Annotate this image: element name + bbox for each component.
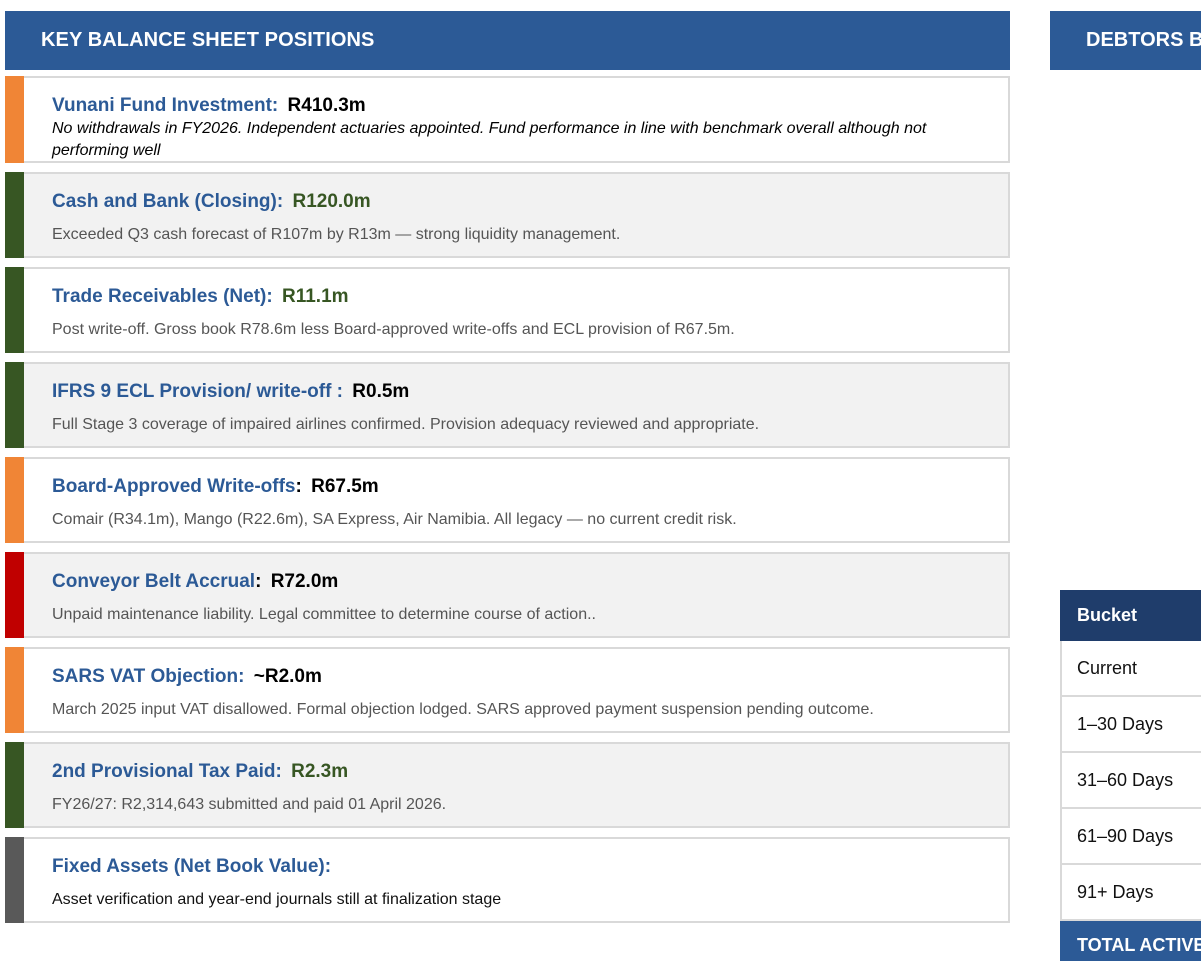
card-colon: : bbox=[255, 571, 262, 592]
status-bar-orange bbox=[5, 457, 24, 543]
card-label: Vunani Fund Investment: bbox=[52, 95, 279, 116]
card-colon: : bbox=[295, 476, 302, 497]
table-row: 1–30 Days bbox=[1060, 697, 1201, 753]
status-bar-orange bbox=[5, 647, 24, 733]
status-bar-red bbox=[5, 552, 24, 638]
status-bar-orange bbox=[5, 76, 24, 163]
status-bar-green bbox=[5, 267, 24, 353]
card-label: Conveyor Belt Accrual bbox=[52, 571, 256, 592]
card-trade-receivables: Trade Receivables (Net): R11.1m Post wri… bbox=[5, 267, 1010, 353]
card-value: R67.5m bbox=[311, 476, 379, 497]
card-label: Cash and Bank (Closing): bbox=[52, 191, 284, 212]
card-value: R120.0m bbox=[292, 191, 371, 212]
bucket-label: 31–60 Days bbox=[1077, 769, 1174, 790]
bucket-total-label: TOTAL ACTIVE bbox=[1077, 935, 1201, 955]
card-description: Unpaid maintenance liability. Legal comm… bbox=[52, 606, 596, 623]
balance-sheet-header: KEY BALANCE SHEET POSITIONS bbox=[5, 11, 1010, 70]
status-bar-grey bbox=[5, 837, 24, 923]
card-description: Exceeded Q3 cash forecast of R107m by R1… bbox=[52, 226, 621, 243]
card-value: R0.5m bbox=[352, 381, 410, 402]
card-label: Board-Approved Write-offs bbox=[52, 476, 296, 497]
card-provisional-tax: 2nd Provisional Tax Paid: R2.3m FY26/27:… bbox=[5, 742, 1010, 828]
bucket-label: 91+ Days bbox=[1077, 881, 1154, 902]
card-description: March 2025 input VAT disallowed. Formal … bbox=[52, 701, 874, 718]
card-board-write-offs: Board-Approved Write-offs: R67.5m Comair… bbox=[5, 457, 1010, 543]
bucket-label: Current bbox=[1077, 657, 1138, 678]
status-bar-green bbox=[5, 172, 24, 258]
card-description: Post write-off. Gross book R78.6m less B… bbox=[52, 321, 735, 338]
card-label: SARS VAT Objection: bbox=[52, 666, 245, 687]
card-description: Asset verification and year-end journals… bbox=[52, 891, 502, 908]
card-value: R410.3m bbox=[287, 95, 366, 116]
table-row: 61–90 Days bbox=[1060, 809, 1201, 865]
bucket-total-row: TOTAL ACTIVE bbox=[1060, 921, 1201, 961]
card-sars-vat: SARS VAT Objection: ~R2.0m March 2025 in… bbox=[5, 647, 1010, 733]
card-label: IFRS 9 ECL Provision/ write-off : bbox=[52, 381, 344, 402]
card-description: No withdrawals in FY2026. Independent ac… bbox=[52, 120, 927, 159]
card-description: FY26/27: R2,314,643 submitted and paid 0… bbox=[52, 796, 447, 813]
bucket-label: 1–30 Days bbox=[1077, 713, 1164, 734]
table-row: 31–60 Days bbox=[1060, 753, 1201, 809]
table-row: Current bbox=[1060, 641, 1201, 697]
debtors-header: DEBTORS B bbox=[1050, 11, 1201, 70]
card-cash-and-bank: Cash and Bank (Closing): R120.0m Exceede… bbox=[5, 172, 1010, 258]
card-value: R2.3m bbox=[291, 761, 349, 782]
debtors-bucket-table: Bucket Current 1–30 Days 31–60 Days 61–9… bbox=[1060, 590, 1201, 961]
status-bar-green bbox=[5, 362, 24, 448]
card-label: 2nd Provisional Tax Paid: bbox=[52, 761, 282, 782]
card-value: R72.0m bbox=[270, 571, 339, 592]
table-row: 91+ Days bbox=[1060, 865, 1201, 921]
card-label: Trade Receivables (Net): bbox=[52, 286, 273, 307]
card-vunani-fund: Vunani Fund Investment: R410.3m No withd… bbox=[5, 76, 1010, 163]
card-value: ~R2.0m bbox=[253, 666, 322, 687]
card-description: Full Stage 3 coverage of impaired airlin… bbox=[52, 416, 760, 433]
card-label: Fixed Assets (Net Book Value): bbox=[52, 856, 332, 877]
bucket-header-label: Bucket bbox=[1077, 605, 1138, 625]
debtors-title: DEBTORS B bbox=[1086, 29, 1201, 51]
card-value: R11.1m bbox=[281, 286, 349, 307]
card-description: Comair (R34.1m), Mango (R22.6m), SA Expr… bbox=[52, 511, 737, 528]
card-conveyor-belt: Conveyor Belt Accrual: R72.0m Unpaid mai… bbox=[5, 552, 1010, 638]
balance-sheet-title: KEY BALANCE SHEET POSITIONS bbox=[41, 29, 375, 51]
card-ifrs9-ecl: IFRS 9 ECL Provision/ write-off : R0.5m … bbox=[5, 362, 1010, 448]
bucket-label: 61–90 Days bbox=[1077, 825, 1174, 846]
card-fixed-assets: Fixed Assets (Net Book Value): Asset ver… bbox=[5, 837, 1010, 923]
bucket-column-header: Bucket bbox=[1060, 590, 1201, 641]
status-bar-green bbox=[5, 742, 24, 828]
